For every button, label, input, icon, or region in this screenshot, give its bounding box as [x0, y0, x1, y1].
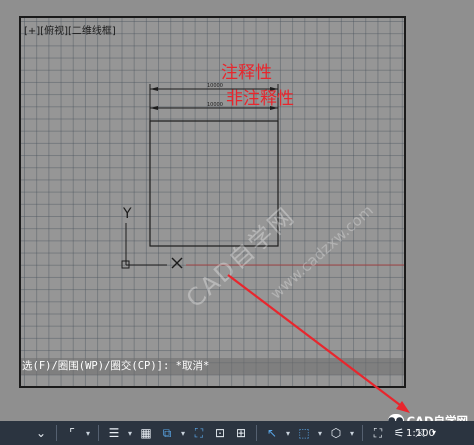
- dim-text-bottom: 10000: [207, 102, 223, 108]
- transparency-icon[interactable]: ▦: [137, 424, 155, 442]
- divider: [256, 425, 257, 441]
- non-annotative-label: 非注释性: [226, 89, 294, 109]
- ucs-y-label: Y: [122, 206, 132, 222]
- dynamic-ucs-icon[interactable]: ⊡: [211, 424, 229, 442]
- annotation-scale-value[interactable]: 1:100: [406, 428, 435, 439]
- divider: [56, 425, 57, 441]
- dim-arrow-bottom-left: [150, 106, 158, 110]
- chevron-down-icon[interactable]: ▾: [179, 424, 187, 442]
- 3d-osnap-icon[interactable]: ⛶: [190, 424, 208, 442]
- selection-cycling-icon[interactable]: ⧉: [158, 424, 176, 442]
- dim-text-top: 10000: [207, 83, 223, 89]
- annotative-label: 注释性: [221, 63, 272, 83]
- gizmo-icon[interactable]: ⊞: [232, 424, 250, 442]
- chevron-down-icon[interactable]: ▾: [348, 424, 356, 442]
- osnap-icon[interactable]: ↖: [263, 424, 281, 442]
- chevron-down-icon[interactable]: ▾: [316, 424, 324, 442]
- dim-arrow-top-left: [150, 87, 158, 91]
- command-line[interactable]: 选(F)/圈围(WP)/圈交(CP)]: *取消*: [21, 358, 404, 375]
- snap-icon[interactable]: ⌄: [32, 424, 50, 442]
- polar-icon[interactable]: ⬡: [327, 424, 345, 442]
- chevron-down-icon[interactable]: ▾: [284, 424, 292, 442]
- divider: [362, 425, 363, 441]
- chevron-down-icon[interactable]: ▾: [432, 428, 436, 437]
- annotation-visibility-icon[interactable]: ⛶: [369, 424, 387, 442]
- chevron-down-icon[interactable]: ▾: [84, 424, 92, 442]
- lineweight-icon[interactable]: ☰: [105, 424, 123, 442]
- drawing-viewport[interactable]: [+][俯视][二维线框] 10000 10000 Y 注释性 非注释性 CAD…: [19, 16, 406, 388]
- grid-icon[interactable]: ⌜: [63, 424, 81, 442]
- divider: [98, 425, 99, 441]
- drawing-canvas[interactable]: 10000 10000 Y 注释性 非注释性: [21, 18, 404, 386]
- otrack-icon[interactable]: ⬚: [295, 424, 313, 442]
- chevron-down-icon[interactable]: ▾: [126, 424, 134, 442]
- status-bar: ⌄ ⌜ ▾ ☰ ▾ ▦ ⧉ ▾ ⛶ ⊡ ⊞ ↖ ▾ ⬚ ▾ ⬡ ▾ ⛶ ⚟ ⤧: [0, 421, 474, 445]
